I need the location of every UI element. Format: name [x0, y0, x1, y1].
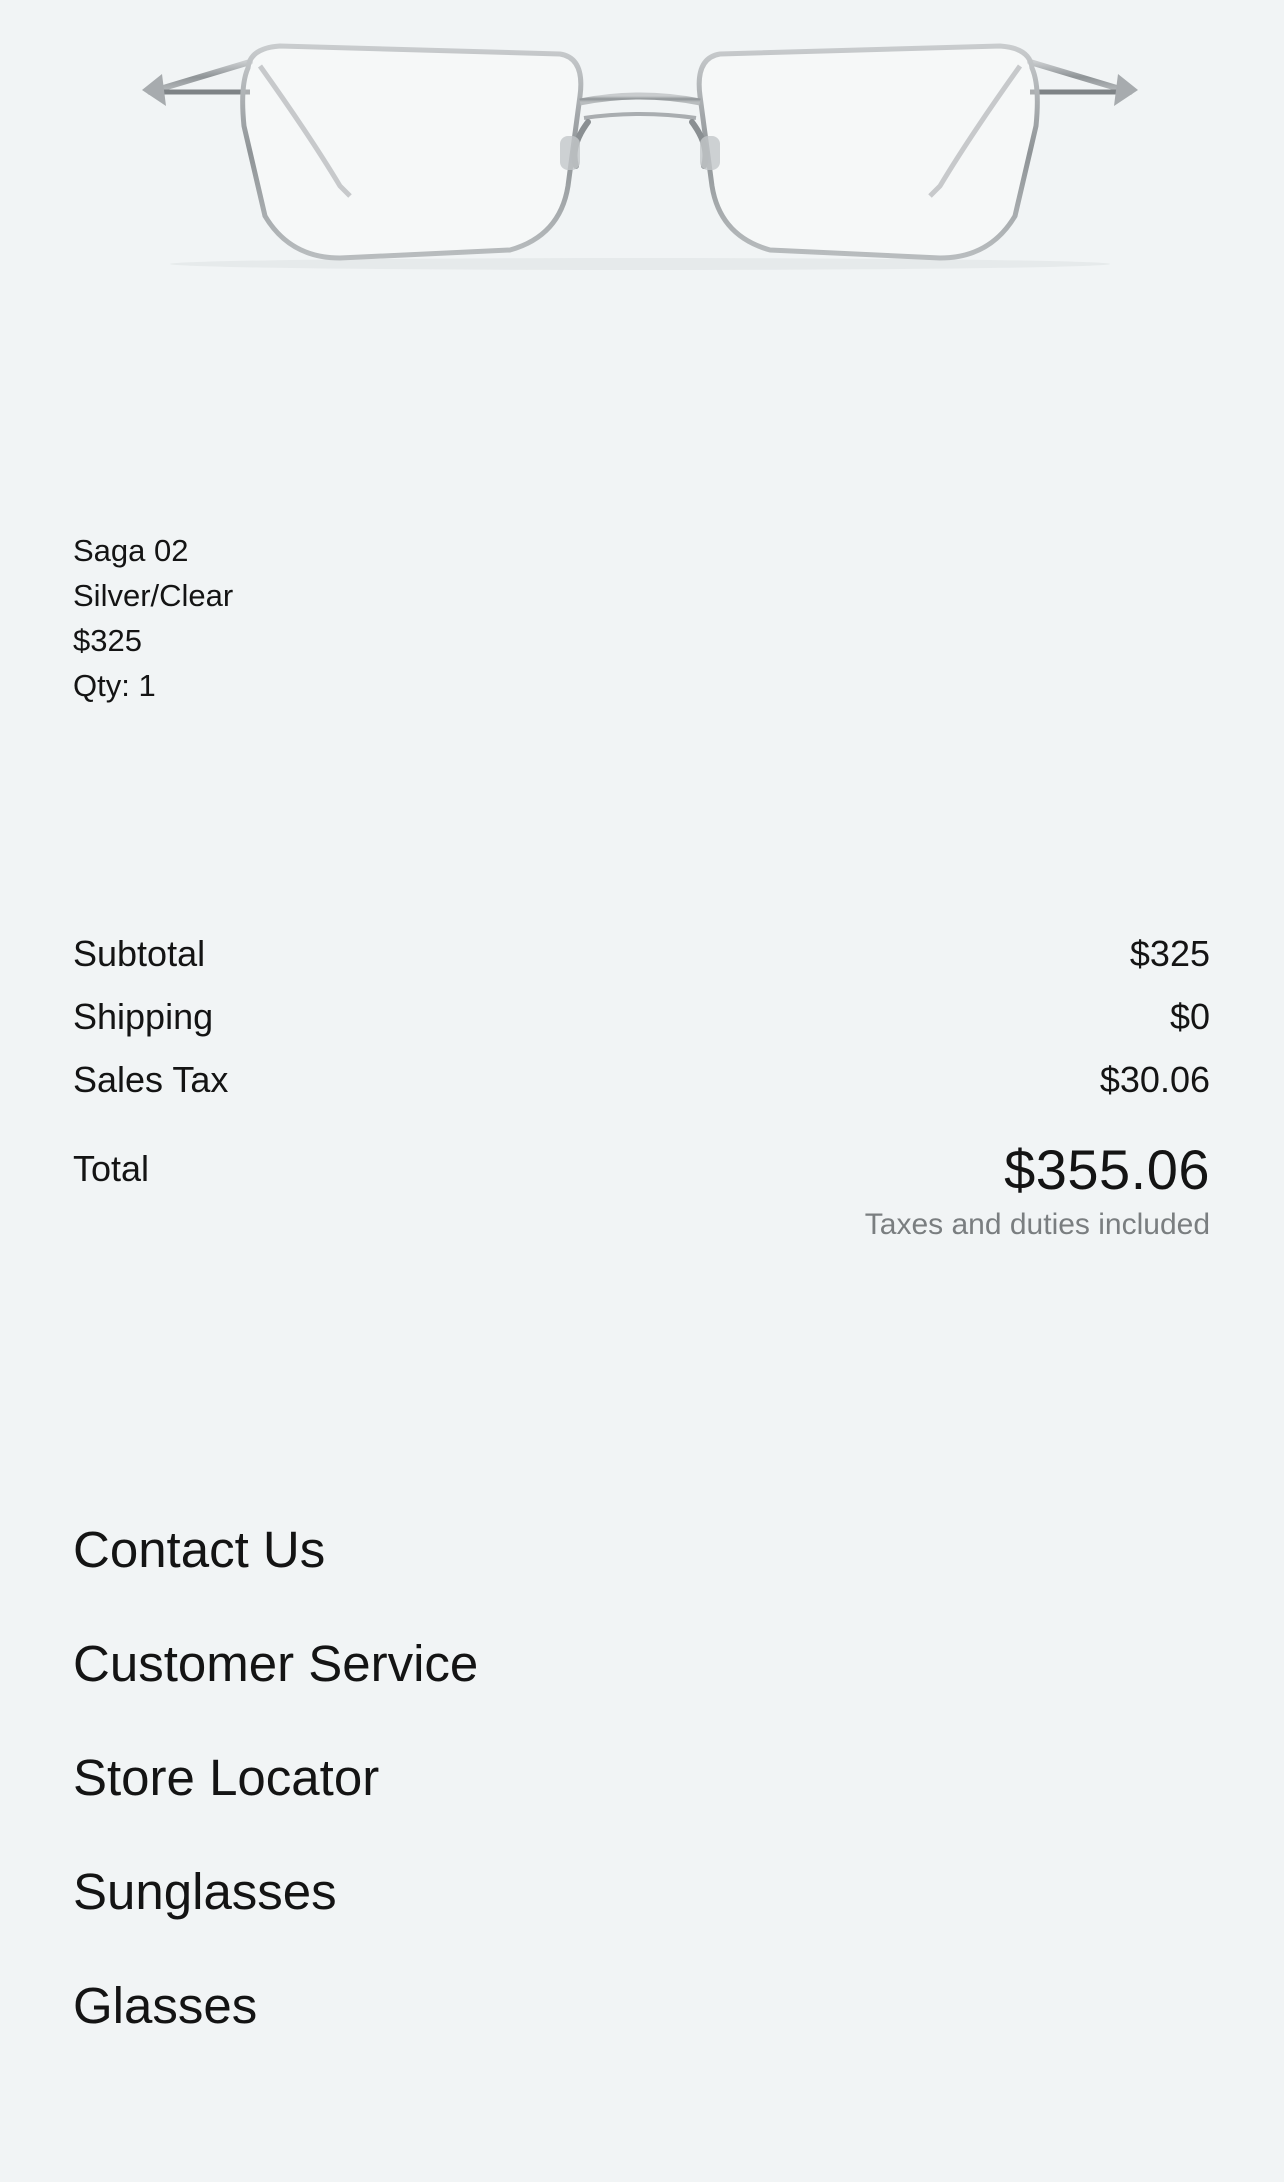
subtotal-value: $325 — [1129, 932, 1210, 974]
product-info: Saga 02 Silver/Clear $325 Qty: 1 — [73, 528, 233, 708]
product-color: Silver/Clear — [73, 578, 234, 613]
tax-note: Taxes and duties included — [864, 1208, 1210, 1241]
total-value: $355.06 — [1004, 1137, 1210, 1201]
sales-tax-label: Sales Tax — [73, 1058, 229, 1100]
order-summary: Subtotal $325 Shipping $0 Sales Tax $30.… — [73, 922, 1210, 1242]
subtotal-row: Subtotal $325 — [73, 922, 1210, 985]
sales-tax-row: Sales Tax $30.06 — [73, 1048, 1210, 1111]
product-name: Saga 02 — [73, 533, 189, 568]
footer-link-sunglasses[interactable]: Sunglasses — [73, 1854, 478, 1968]
product-price: $325 — [73, 623, 142, 658]
sales-tax-value: $30.06 — [1099, 1058, 1210, 1100]
footer-link-glasses[interactable]: Glasses — [73, 1968, 478, 2082]
total-row: Total $355.06 — [73, 1132, 1210, 1206]
footer-links: Contact Us Customer Service Store Locato… — [73, 1512, 478, 2082]
product-image — [140, 36, 1140, 276]
shipping-label: Shipping — [73, 995, 214, 1037]
total-label: Total — [73, 1148, 150, 1189]
product-quantity: Qty: 1 — [73, 668, 156, 703]
eyeglasses-illustration — [142, 43, 1138, 270]
shipping-row: Shipping $0 — [73, 985, 1210, 1048]
subtotal-label: Subtotal — [73, 932, 206, 974]
footer-link-store-locator[interactable]: Store Locator — [73, 1740, 478, 1854]
footer-link-contact-us[interactable]: Contact Us — [73, 1512, 478, 1626]
shipping-value: $0 — [1169, 995, 1210, 1037]
footer-link-customer-service[interactable]: Customer Service — [73, 1626, 478, 1740]
